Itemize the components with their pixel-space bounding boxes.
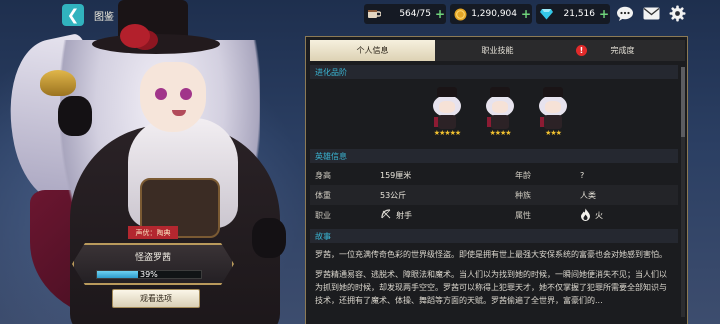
rose-ornament [120,24,150,48]
chibi-body [491,115,509,129]
age-value: ? [580,170,585,180]
tab-completion[interactable]: ! 完成度 [560,40,685,61]
weight-value: 53公斤 [380,190,407,200]
element-label: 属性 [515,210,531,220]
age-label: 年龄 [515,170,531,180]
character-name: 怪盗罗茜 [134,253,171,263]
evolution-section-title: 进化品阶 [310,65,678,79]
bow-archer-icon [380,208,392,222]
character-hat-brim [92,34,220,54]
settings-gear-icon [669,5,686,25]
mail-icon [643,7,660,23]
element-value: 火 [580,208,603,223]
settings-button[interactable] [666,4,688,26]
tab-completion-label: 完成度 [610,46,635,55]
scrollbar-thumb[interactable] [681,67,685,137]
add-stamina-icon[interactable]: + [434,7,446,21]
alert-badge-icon: ! [576,45,587,56]
info-row-height-age: 身高 159厘米 年龄 ? [310,165,678,185]
gold-counter[interactable]: 1,290,904 + [450,4,532,24]
fire-icon [580,208,591,223]
gold-coin-icon [450,4,470,24]
race-label: 种族 [515,190,531,200]
hero-info-table: 身高 159厘米 年龄 ? 体重 53公斤 种族 人类 职业 射手 属性 火 [310,163,678,229]
collection-progress-fill [97,271,138,278]
character-face [140,62,206,132]
diamond-value: 21,516 [563,9,596,19]
stamina-value: 564/75 [399,9,431,19]
chat-icon [616,6,634,25]
height-label: 身高 [315,170,331,180]
race-value: 人类 [580,190,596,200]
chibi-face [492,101,508,113]
star-rating-5: ★★★★★ [433,129,461,137]
character-glove-right [252,218,286,258]
chat-button[interactable] [614,4,636,26]
back-button[interactable]: ❮ [62,4,84,26]
character-eye-right [180,88,192,100]
chibi-hat [437,87,457,97]
info-content[interactable]: 进化品阶 ★★★★★ ★★★★ ★★★ 英雄信息 身高 159厘米 年龄 ? 体… [310,65,678,324]
info-row-class-element: 职业 射手 属性 火 [310,205,678,225]
story-paragraph: 罗茜，一位充满传奇色彩的世界级怪盗。即使是拥有世上最强大安保系统的富豪也会对她感… [315,250,667,259]
hero-info-section-title: 英雄信息 [310,149,678,163]
star-rating-4: ★★★★ [489,129,511,137]
character-glove-left [58,96,92,136]
chibi-hat [543,87,563,97]
chibi-body [438,115,456,129]
add-diamond-icon[interactable]: + [598,7,610,21]
star-rating-3: ★★★ [545,129,562,137]
info-panel: 个人信息 职业技能 ! 完成度 进化品阶 ★★★★★ ★★★★ ★★★ 英雄信息… [305,36,688,324]
class-value-text: 射手 [396,210,412,220]
info-tabs: 个人信息 职业技能 ! 完成度 [310,40,685,61]
voice-actor-tag: 声优：陶典 [128,226,178,239]
info-row-weight-race: 体重 53公斤 种族 人类 [310,185,678,205]
tab-personal-info[interactable]: 个人信息 [310,40,435,61]
golden-lamp [40,70,76,96]
story-section-title: 故事 [310,229,678,243]
view-options-button[interactable]: 观看选项 [112,289,200,308]
diamond-gem-icon [536,4,556,24]
chibi-body [544,115,562,129]
element-value-text: 火 [595,210,603,220]
add-gold-icon[interactable]: + [520,7,532,21]
stamina-counter[interactable]: 564/75 + [364,4,446,24]
collection-progress-label: 39% [140,270,158,279]
chibi-face [439,101,455,113]
chibi-hat [490,87,510,97]
page-title: 图鉴 [94,12,114,23]
mail-button[interactable] [640,4,662,26]
back-arrow-icon: ❮ [66,6,80,24]
class-value: 射手 [380,208,412,222]
story-paragraph: 罗茜精通易容、逃脱术、障眼法和魔术。当人们以为找到她的时候，一瞬间她便消失不见；… [315,270,667,305]
coffee-cup-icon [364,4,384,24]
diamond-counter[interactable]: 21,516 + [536,4,610,24]
class-label: 职业 [315,210,331,220]
evolution-stages: ★★★★★ ★★★★ ★★★ [310,79,678,149]
story-text: 罗茜，一位充满传奇色彩的世界级怪盗。即使是拥有世上最强大安保系统的富豪也会对她感… [310,243,678,307]
gold-value: 1,290,904 [471,9,517,19]
chibi-face [545,101,561,113]
weight-label: 体重 [315,190,331,200]
character-eye-left [155,88,167,100]
height-value: 159厘米 [380,170,412,180]
tab-class-skills[interactable]: 职业技能 [435,40,560,61]
